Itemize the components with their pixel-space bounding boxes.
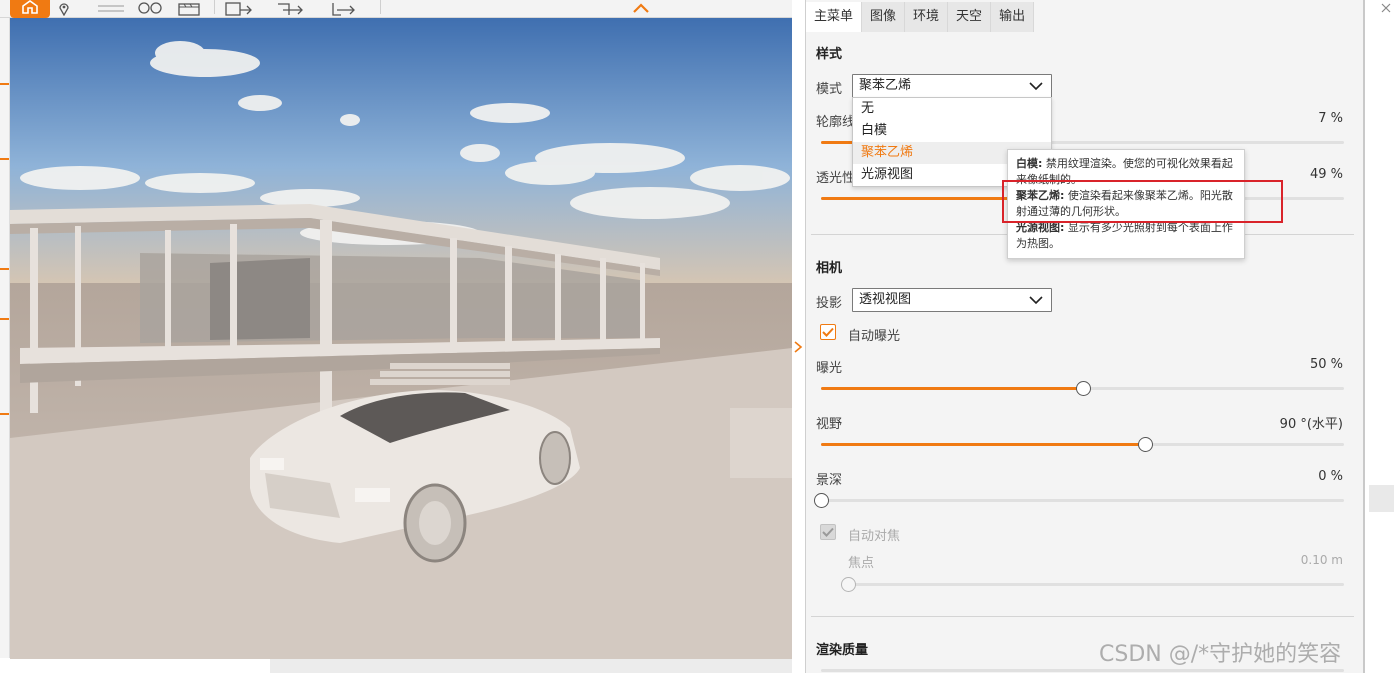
mode-select-value: 聚苯乙烯 [859,78,912,93]
home-button[interactable] [10,0,50,18]
watermark-text: CSDN @/*守护她的笑容 [1099,642,1342,667]
dof-label: 景深 [816,473,843,488]
slider-track [821,669,1344,672]
collapse-toolbar-button[interactable] [632,2,650,18]
tab-sky[interactable]: 天空 [948,2,992,32]
slider-track [821,499,1344,502]
accent-mark [0,158,9,160]
status-area [10,659,792,673]
mode-select[interactable]: 聚苯乙烯 [852,74,1052,98]
outline-label: 轮廓线 [816,115,856,130]
tooltip-term: 白模: [1016,157,1043,170]
focus-label: 焦点 [848,556,875,571]
accent-mark [0,318,9,320]
views-button[interactable] [137,0,163,16]
focus-value: 0.10 m [1300,553,1343,567]
focus-slider[interactable] [841,576,1344,592]
slider-fill [821,387,1083,390]
mode-option-white-model[interactable]: 白模 [853,120,1051,142]
chevron-up-icon [633,3,649,13]
viewport-toolbar [0,0,792,18]
export-panorama-button[interactable] [331,0,359,16]
checkmark-icon [822,327,834,337]
fov-slider[interactable] [821,436,1344,452]
render-quality-section-title: 渲染质量 [816,643,869,658]
dof-slider[interactable] [814,492,1344,508]
auto-exposure-checkbox[interactable] [820,324,836,340]
rendered-scene [10,18,792,659]
exposure-label: 曝光 [816,361,843,376]
slider-fill [821,443,1146,446]
video-button[interactable] [178,0,200,16]
home-icon [22,0,38,14]
layers-button[interactable] [98,0,124,16]
autofocus-label: 自动对焦 [848,529,901,544]
export-video-button[interactable] [277,0,305,16]
accent-mark [0,83,9,85]
expand-panel-button[interactable] [793,340,803,358]
tab-output[interactable]: 输出 [991,2,1035,32]
section-divider [811,616,1354,617]
toolbar-divider [380,0,381,14]
export-image-button[interactable] [225,0,253,16]
close-icon [1381,3,1391,13]
tab-environment[interactable]: 环境 [905,2,949,32]
annotation-highlight-box [1002,180,1283,223]
checkmark-icon [822,527,834,537]
exposure-slider[interactable] [821,380,1344,396]
render-viewport[interactable] [10,18,792,659]
chevron-down-icon [1029,296,1043,305]
camera-section-title: 相机 [816,261,843,276]
chevron-down-icon [1029,82,1043,91]
accent-mark [0,413,9,415]
panel-tabs: 主菜单 图像 环境 天空 输出 [806,2,1035,32]
binoculars-icon [138,2,162,14]
host-app-left-strip [0,18,10,658]
lines-icon [98,5,124,12]
projection-label: 投影 [816,296,843,311]
settings-panel: 主菜单 图像 环境 天空 输出 样式 模式 聚苯乙烯 轮廓线 7 % 透光性 4… [805,0,1363,673]
tooltip-line: 光源视图: 显示有多少光照射到每个表面上作为热图。 [1016,220,1236,252]
slider-track [848,583,1344,586]
autofocus-checkbox[interactable] [820,524,836,540]
auto-exposure-label: 自动曝光 [848,329,901,344]
slider-thumb[interactable] [814,493,829,508]
style-section-title: 样式 [816,47,843,62]
chevron-right-icon [794,341,803,353]
dof-value: 0 % [1318,469,1343,484]
tab-image[interactable]: 图像 [862,2,906,32]
clapperboard-icon [178,3,200,16]
slider-thumb[interactable] [841,577,856,592]
fov-value: 90 °(水平) [1279,417,1343,432]
outline-value: 7 % [1318,111,1343,126]
export-arrow-icon [278,3,303,15]
fov-label: 视野 [816,417,843,432]
export-image-icon [225,2,252,16]
accent-mark [0,268,9,270]
toolbar-divider [214,0,215,14]
projection-select[interactable]: 透视视图 [852,288,1052,312]
exposure-value: 50 % [1309,357,1343,372]
mode-option-none[interactable]: 无 [853,98,1051,120]
projection-select-value: 透视视图 [859,292,912,307]
close-button[interactable] [1380,2,1392,14]
slider-thumb[interactable] [1138,437,1154,452]
location-pin-icon [59,3,69,16]
tab-main-menu[interactable]: 主菜单 [806,2,863,32]
host-app-right-strip [1365,0,1394,673]
slider-thumb[interactable] [1075,381,1091,396]
mode-label: 模式 [816,82,843,97]
export-arrow-2-icon [332,3,355,16]
translucency-value: 49 % [1309,167,1343,182]
translucency-label: 透光性 [816,171,856,186]
location-button[interactable] [57,0,71,16]
